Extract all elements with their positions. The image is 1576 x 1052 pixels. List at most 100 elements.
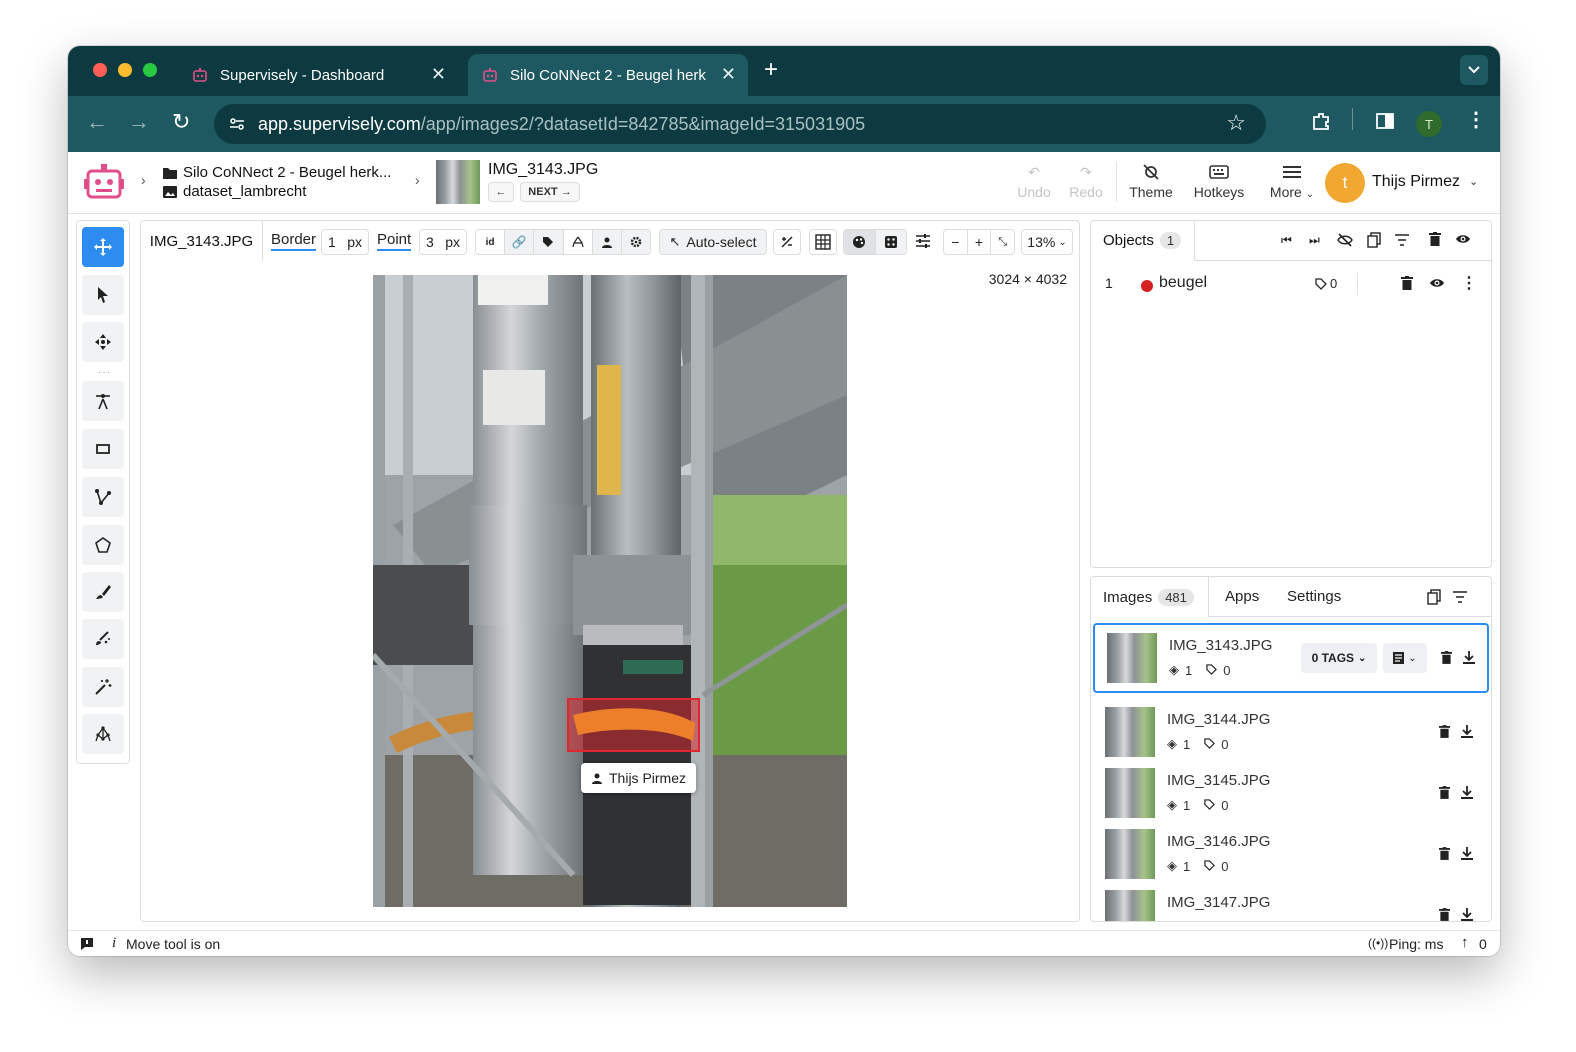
apps-tab[interactable]: Apps (1225, 588, 1259, 605)
rectangle-tool-button[interactable] (82, 429, 124, 469)
breadcrumb-project[interactable]: Silo CoNNect 2 - Beugel herk... (183, 164, 391, 181)
browser-menu-icon[interactable]: ⋮ (1466, 110, 1486, 130)
minimize-window-button[interactable] (118, 63, 132, 77)
address-bar[interactable]: app.supervisely.com/app/images2/?dataset… (214, 104, 1266, 144)
auto-select-button[interactable]: ↖ Auto-select (659, 229, 767, 255)
move-tool-button[interactable] (82, 227, 124, 267)
filter-icon[interactable] (1453, 590, 1467, 608)
zoom-window-button[interactable] (143, 63, 157, 77)
browser-profile-avatar[interactable]: T (1416, 111, 1442, 137)
objects-tab[interactable]: Objects 1 (1091, 221, 1195, 261)
object-tags-count[interactable]: 0 (1315, 276, 1337, 291)
image-list-item[interactable]: IMG_3146.JPG ◈ 1 0 (1093, 819, 1489, 889)
undo-button[interactable]: ↶ Undo (1014, 160, 1054, 201)
fit-to-screen-icon[interactable]: ⤡ (991, 230, 1014, 254)
user-avatar[interactable]: t (1325, 163, 1365, 203)
image-tab[interactable]: IMG_3143.JPG (141, 221, 263, 261)
new-tab-button[interactable]: + (764, 58, 778, 82)
random-colors-icon[interactable] (875, 230, 906, 254)
user-name[interactable]: Thijs Pirmez (1372, 173, 1460, 191)
more-button[interactable]: More ⌄ (1262, 160, 1322, 200)
pan-tool-button[interactable] (82, 322, 124, 362)
delete-image-trash-icon[interactable] (1439, 786, 1450, 804)
next-image-button[interactable]: NEXT → (520, 182, 580, 202)
tab-search-chevron-icon[interactable] (1460, 55, 1488, 85)
image-adjustments-sliders-icon[interactable] (915, 234, 931, 253)
download-icon[interactable] (1461, 908, 1473, 921)
show-id-toggle[interactable]: id (476, 230, 506, 254)
image-info-dropdown[interactable]: ⌄ (1383, 643, 1427, 673)
border-width-input[interactable]: 1 px (321, 229, 369, 255)
delete-all-trash-icon[interactable] (1429, 232, 1441, 251)
tag-icon[interactable] (534, 230, 564, 254)
hotkeys-button[interactable]: Hotkeys (1186, 160, 1252, 200)
settings-tab[interactable]: Settings (1287, 588, 1341, 605)
copy-icon[interactable] (1367, 232, 1381, 253)
copy-icon[interactable] (1427, 589, 1441, 610)
polygon-tool-button[interactable] (82, 525, 124, 565)
opacity-toggle-button[interactable] (773, 229, 801, 255)
back-arrow-icon[interactable]: ← (86, 111, 108, 133)
zoom-in-button[interactable]: + (968, 230, 992, 254)
delete-image-trash-icon[interactable] (1439, 908, 1450, 921)
supervisely-logo-icon[interactable] (82, 162, 126, 207)
delete-image-trash-icon[interactable] (1441, 651, 1452, 669)
toggle-visibility-eye-icon[interactable] (1429, 276, 1445, 295)
smart-tool-button[interactable] (82, 619, 124, 659)
tab-dashboard[interactable]: Supervisely - Dashboard ✕ (178, 54, 458, 96)
download-icon[interactable] (1461, 725, 1473, 743)
download-icon[interactable] (1461, 847, 1473, 865)
download-icon[interactable] (1461, 786, 1473, 804)
filter-icon[interactable] (1395, 233, 1409, 251)
zoom-out-button[interactable]: − (944, 230, 968, 254)
magic-wand-tool-button[interactable] (82, 667, 124, 707)
polyline-tool-button[interactable] (82, 477, 124, 517)
feedback-icon[interactable] (80, 937, 94, 954)
grid-toggle-button[interactable] (809, 229, 837, 255)
show-all-eye-icon[interactable] (1455, 232, 1471, 251)
user-menu-chevron-icon[interactable]: ⌄ (1469, 175, 1478, 188)
skeleton-tool-button[interactable] (82, 714, 124, 754)
delete-object-trash-icon[interactable] (1401, 276, 1413, 295)
image-tags-button[interactable]: 0 TAGS ⌄ (1301, 643, 1377, 673)
reload-icon[interactable]: ↻ (172, 111, 190, 133)
close-tab-icon[interactable]: ✕ (721, 65, 736, 83)
last-object-icon[interactable]: ⏭ (1309, 233, 1320, 248)
forward-arrow-icon[interactable]: → (128, 111, 150, 133)
images-tab[interactable]: Images 481 (1091, 577, 1209, 617)
object-more-menu-icon[interactable]: ⋮ (1461, 273, 1477, 293)
previous-image-button[interactable]: ← (488, 182, 514, 202)
image-meta: ◈ 1 0 (1169, 662, 1230, 678)
delete-image-trash-icon[interactable] (1439, 847, 1450, 865)
image-list-item[interactable]: IMG_3147.JPG ◈ 1 0 (1093, 880, 1489, 921)
zoom-level-select[interactable]: 13% ⌄ (1021, 229, 1073, 255)
image-list-item[interactable]: IMG_3145.JPG ◈ 1 0 (1093, 758, 1489, 828)
breadcrumb-dataset[interactable]: dataset_lambrecht (183, 183, 306, 200)
label-settings-gear-icon[interactable] (621, 230, 650, 254)
bookmark-star-icon[interactable]: ☆ (1226, 112, 1246, 134)
object-row[interactable]: 1 beugel 0 ⋮ (1091, 267, 1491, 301)
hide-all-eye-off-icon[interactable] (1337, 232, 1353, 253)
image-list-item-active[interactable]: IMG_3143.JPG ◈ 1 0 0 TAGS ⌄ ⌄ (1093, 623, 1489, 693)
tab-annotation[interactable]: Silo CoNNect 2 - Beugel herk ✕ (468, 54, 748, 96)
site-settings-icon[interactable] (228, 115, 246, 138)
close-tab-icon[interactable]: ✕ (431, 65, 446, 83)
delete-image-trash-icon[interactable] (1439, 725, 1450, 743)
author-icon[interactable] (592, 230, 622, 254)
download-icon[interactable] (1463, 651, 1475, 669)
brush-tool-button[interactable] (82, 572, 124, 612)
side-panel-icon[interactable] (1375, 111, 1395, 136)
point-tool-button[interactable] (82, 381, 124, 421)
extensions-icon[interactable] (1310, 110, 1332, 137)
link-icon[interactable]: 🔗 (505, 230, 535, 254)
redo-button[interactable]: ↷ Redo (1066, 160, 1106, 201)
annotated-image[interactable]: Thijs Pirmez (373, 275, 847, 907)
theme-button[interactable]: Theme (1126, 160, 1176, 200)
first-object-icon[interactable]: ⏮ (1281, 233, 1292, 248)
palette-icon[interactable] (844, 230, 876, 254)
point-size-input[interactable]: 3 px (419, 229, 467, 255)
select-tool-button[interactable] (82, 275, 124, 315)
class-icon[interactable] (564, 230, 593, 254)
image-list-item[interactable]: IMG_3144.JPG ◈ 1 0 (1093, 697, 1489, 767)
close-window-button[interactable] (93, 63, 107, 77)
